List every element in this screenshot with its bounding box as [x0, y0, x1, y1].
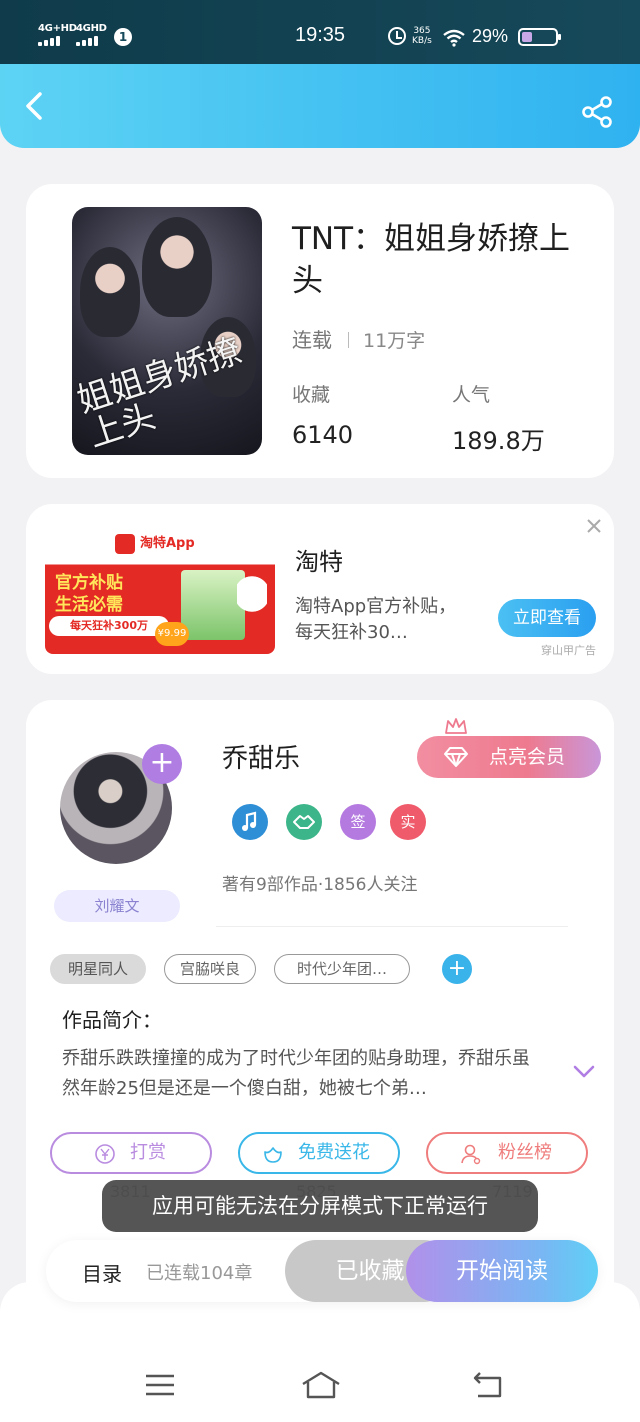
net-speed: 365 KB/s [412, 26, 432, 46]
tag-character[interactable]: 宫脇咲良 [164, 954, 256, 984]
badge-sign[interactable]: 签 [340, 804, 376, 840]
author-tag: 刘耀文 [54, 890, 180, 922]
ad-price-tag: ¥9.99 [155, 622, 189, 646]
handshake-icon[interactable] [286, 804, 322, 840]
battery-icon [518, 28, 561, 46]
close-icon[interactable] [584, 516, 604, 536]
rabbit-mascot-icon [237, 570, 267, 630]
net-speed-value: 365 [413, 26, 431, 36]
popularity-value: 189.8万 [452, 427, 545, 455]
collect-stat: 收藏 6140 [292, 380, 353, 449]
serial-status: 连载 [292, 328, 332, 352]
send-flower-label: 免费送花 [298, 1142, 370, 1163]
intro-text: 乔甜乐跌跌撞撞的成为了时代少年团的贴身助理，乔甜乐虽然年龄25但是还是一个傻白甜… [62, 1048, 530, 1099]
vip-button-label: 点亮会员 [489, 746, 566, 768]
add-tag-button[interactable]: + [442, 954, 472, 984]
user-icon [461, 1144, 481, 1165]
cover-figure [80, 247, 140, 337]
fan-rank-label: 粉丝榜 [498, 1142, 552, 1163]
popularity-label: 人气 [452, 384, 491, 406]
yen-coin-icon [95, 1144, 115, 1164]
badge-verified[interactable]: 实 [390, 804, 426, 840]
ad-slogan-line-2: 生活必需 [55, 595, 123, 615]
home-icon[interactable] [300, 1370, 342, 1400]
word-count: 11万字 [363, 330, 426, 352]
author-name[interactable]: 乔甜乐 [222, 738, 300, 775]
book-status-line: 连载 11万字 [292, 324, 425, 353]
collect-label: 收藏 [292, 384, 331, 406]
divider [348, 332, 349, 348]
intro-title: 作品简介： [62, 1008, 162, 1032]
reward-label: 打赏 [130, 1142, 166, 1163]
wifi-icon [443, 29, 465, 47]
product-box-image [181, 570, 245, 640]
back-arrow-icon[interactable] [18, 88, 54, 124]
ad-image[interactable]: 淘特App 官方补贴 生活必需 每天狂补300万 ¥9.99 [45, 526, 275, 654]
book-info-card: 姐姐身娇撩上头 TNT：姐姐身娇撩上头 连载 11万字 收藏 6140 人气 18… [26, 184, 614, 478]
toc-button[interactable]: 目录 [82, 1258, 122, 1287]
ad-description: 淘特App官方补贴，每天狂补30… [295, 596, 457, 643]
crown-icon [445, 718, 467, 734]
book-title: TNT：姐姐身娇撩上头 [292, 221, 571, 299]
ad-view-button[interactable]: 立即查看 [498, 599, 596, 637]
popularity-stat: 人气 189.8万 [452, 380, 545, 456]
back-icon[interactable] [470, 1370, 506, 1400]
toast-message: 应用可能无法在分屏模式下正常运行 [102, 1180, 538, 1232]
fan-rank-button[interactable]: 粉丝榜 [426, 1132, 588, 1174]
reward-button[interactable]: 打赏 [50, 1132, 212, 1174]
divider [216, 926, 568, 927]
battery-percent: 29% [472, 26, 509, 46]
music-note-icon[interactable] [232, 804, 268, 840]
diamond-icon [444, 747, 468, 767]
share-icon[interactable] [580, 94, 616, 130]
ad-title: 淘特 [295, 548, 343, 576]
taote-logo-icon [115, 533, 135, 554]
ad-source-label: 穿山甲广告 [541, 644, 596, 657]
vip-button[interactable]: 点亮会员 [417, 736, 601, 778]
tag-category[interactable]: 明星同人 [50, 954, 146, 984]
ad-card[interactable]: 淘特App 官方补贴 生活必需 每天狂补300万 ¥9.99 淘特 淘特App官… [26, 504, 614, 674]
cover-title-art: 姐姐身娇撩上头 [72, 330, 247, 455]
ad-slogan: 官方补贴 生活必需 [55, 572, 123, 616]
cover-figure [142, 217, 212, 317]
start-reading-button[interactable]: 开始阅读 [406, 1240, 598, 1302]
system-nav-bar [0, 1282, 640, 1422]
bottom-action-bar: 目录 已连载104章 已收藏 开始阅读 [46, 1240, 598, 1302]
chapter-count: 已连载104章 [146, 1263, 253, 1284]
flower-icon [264, 1147, 282, 1163]
ad-slogan-line-1: 官方补贴 [55, 573, 123, 593]
menu-icon[interactable] [142, 1370, 178, 1400]
status-bar: 4G+HD 4GHD 1 19:35 365 KB/s 29% [0, 0, 640, 64]
tag-group[interactable]: 时代少年团… [274, 954, 410, 984]
ad-logo-text: 淘特App [140, 536, 195, 551]
follow-plus-button[interactable]: + [142, 744, 182, 784]
alarm-icon [388, 27, 406, 45]
header [0, 64, 640, 148]
chevron-down-icon[interactable] [572, 1062, 596, 1080]
ad-subslogan: 每天狂补300万 [49, 616, 169, 636]
send-flower-button[interactable]: 免费送花 [238, 1132, 400, 1174]
net-speed-unit: KB/s [412, 36, 432, 46]
author-meta: 著有9部作品·1856人关注 [222, 875, 418, 895]
ad-logo: 淘特App [115, 532, 195, 554]
collect-value: 6140 [292, 421, 354, 449]
book-cover[interactable]: 姐姐身娇撩上头 [72, 207, 262, 455]
